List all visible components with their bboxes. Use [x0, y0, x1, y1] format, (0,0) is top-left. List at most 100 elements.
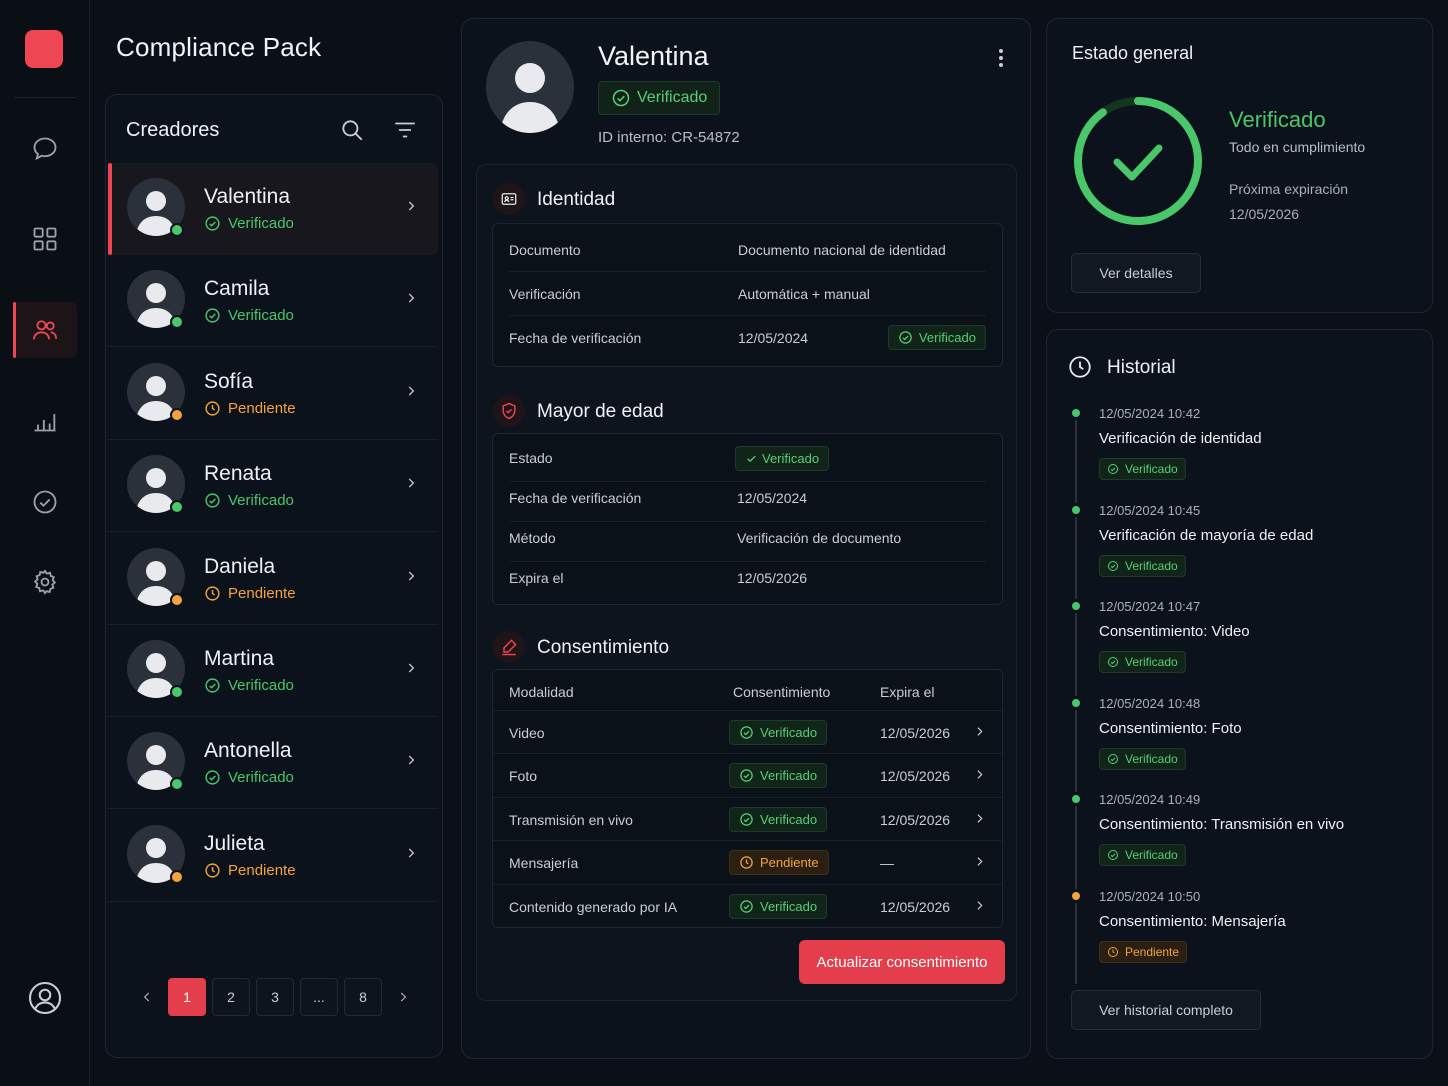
creator-list-item[interactable]: Camila Verificado — [108, 255, 438, 348]
check-circle-icon — [1108, 560, 1118, 571]
chevron-right-icon — [408, 201, 415, 211]
open-creator-button[interactable] — [404, 846, 418, 865]
nav-settings[interactable] — [13, 554, 77, 610]
app-frame: Compliance Pack Creadores Valentina Veri… — [0, 0, 1448, 1086]
creator-list-item[interactable]: Sofía Pendiente — [108, 348, 438, 440]
event-name: Verificación de mayoría de edad — [1099, 526, 1314, 544]
status-chip: Pendiente — [729, 850, 829, 876]
nav-messages[interactable] — [13, 121, 77, 177]
check-circle-icon — [740, 813, 753, 826]
creator-name: Antonella — [204, 739, 292, 763]
status-chip: Verificado — [729, 806, 828, 832]
consent-row[interactable]: Contenido generado por IA Verificado 12/… — [493, 883, 1002, 927]
open-creator-button[interactable] — [404, 476, 418, 495]
page-8-button[interactable]: 8 — [344, 978, 382, 1016]
timeline-dot — [1069, 889, 1083, 903]
page-3-button[interactable]: 3 — [256, 978, 294, 1016]
chevron-right-icon — [977, 857, 983, 866]
check-circle-icon — [612, 89, 630, 107]
modality: Video — [509, 725, 545, 741]
expiry: 12/05/2026 — [880, 898, 951, 915]
check-circle-icon — [740, 899, 753, 913]
history-event: 12/05/2024 10:48 Consentimiento: Foto Ve… — [1069, 695, 1409, 792]
chevron-right-icon — [400, 992, 407, 1002]
profile-avatar — [486, 41, 574, 133]
page-1-button[interactable]: 1 — [168, 978, 206, 1016]
check-circle-icon — [740, 726, 753, 739]
search-icon[interactable] — [339, 117, 365, 143]
check-circle-icon — [1108, 753, 1118, 764]
creator-status-label: Pendiente — [228, 584, 296, 602]
open-creator-button[interactable] — [404, 291, 418, 310]
event-name: Consentimiento: Mensajería — [1099, 913, 1286, 930]
history-event: 12/05/2024 10:50 Consentimiento: Mensaje… — [1069, 889, 1409, 985]
timeline-dot — [1069, 792, 1083, 807]
open-consent-button[interactable] — [973, 768, 986, 784]
creator-list-item[interactable]: Antonella Verificado — [108, 717, 438, 810]
open-creator-button[interactable] — [404, 199, 418, 218]
open-creator-button[interactable] — [404, 384, 418, 403]
gear-icon — [33, 569, 57, 595]
more-options-icon[interactable] — [993, 47, 1009, 69]
creator-list-item[interactable]: Valentina Verificado — [108, 163, 438, 255]
profile-status-label: Verificado — [637, 89, 708, 106]
user-circle-icon — [28, 981, 62, 1015]
chevron-left-icon — [143, 992, 150, 1002]
creator-list-item[interactable]: Renata Verificado — [108, 440, 438, 533]
open-consent-button[interactable] — [973, 725, 986, 741]
status-chip: Verificado — [887, 325, 986, 350]
clock-icon — [205, 586, 220, 601]
presence-dot — [170, 407, 184, 422]
nav-compliance[interactable] — [13, 474, 77, 530]
creator-list-item[interactable]: Martina Verificado — [108, 625, 438, 717]
row-key: Verificación — [509, 286, 581, 302]
age-title: Mayor de edad — [537, 401, 664, 422]
consent-row[interactable]: Video Verificado 12/05/2026 — [493, 710, 1002, 753]
status-chip-label: Verificado — [1125, 558, 1178, 573]
event-time: 12/05/2024 10:47 — [1099, 599, 1201, 615]
open-consent-button[interactable] — [973, 899, 986, 915]
open-creator-button[interactable] — [404, 569, 418, 588]
consent-row[interactable]: Transmisión en vivo Verificado 12/05/202… — [493, 796, 1002, 840]
filter-icon[interactable] — [392, 117, 418, 143]
nav-creators[interactable] — [13, 302, 77, 358]
view-full-history-button[interactable]: Ver historial completo — [1071, 990, 1261, 1030]
nav-dashboard[interactable] — [13, 211, 77, 267]
consent-row[interactable]: Mensajería Pendiente — — [493, 840, 1002, 883]
identity-row: Fecha de verificación 12/05/2024 Verific… — [509, 316, 986, 360]
status-chip: Verificado — [1099, 651, 1186, 674]
internal-id: ID interno: CR-54872 — [598, 129, 740, 146]
status-chip-label: Verificado — [760, 811, 818, 827]
nav-profile[interactable] — [13, 970, 77, 1026]
col-header-consent: Consentimiento — [733, 684, 831, 700]
check-circle-icon — [1108, 850, 1118, 861]
consent-row[interactable]: Foto Verificado 12/05/2026 — [493, 753, 1002, 796]
presence-dot — [170, 223, 184, 237]
creator-status: Verificado — [204, 215, 294, 232]
view-details-button[interactable]: Ver detalles — [1071, 253, 1201, 293]
open-creator-button[interactable] — [404, 661, 418, 680]
app-title: Compliance Pack — [116, 32, 322, 62]
open-consent-button[interactable] — [973, 855, 986, 871]
id-card-icon — [493, 183, 525, 215]
update-consent-button[interactable]: Actualizar consentimiento — [799, 940, 1005, 984]
event-time: 12/05/2024 10:42 — [1099, 406, 1201, 421]
next-expiry-date: 12/05/2026 — [1229, 206, 1300, 222]
timeline-dot — [1069, 406, 1083, 420]
event-time: 12/05/2024 10:48 — [1099, 695, 1201, 711]
creator-list-item[interactable]: Daniela Pendiente — [108, 533, 438, 625]
creator-status-label: Pendiente — [228, 399, 296, 417]
event-name: Consentimiento: Video — [1099, 623, 1250, 641]
nav-analytics[interactable] — [13, 392, 77, 448]
open-consent-button[interactable] — [973, 812, 986, 828]
app-logo[interactable] — [25, 30, 63, 68]
next-page-button[interactable] — [388, 978, 418, 1016]
row-key: Método — [509, 530, 556, 546]
open-creator-button[interactable] — [404, 753, 418, 772]
creator-list-item[interactable]: Julieta Pendiente — [108, 810, 438, 902]
shield-check-icon — [493, 395, 525, 427]
check-circle-icon — [1108, 464, 1118, 474]
prev-page-button[interactable] — [132, 978, 162, 1016]
status-chip-label: Verificado — [1125, 655, 1178, 670]
page-2-button[interactable]: 2 — [212, 978, 250, 1016]
